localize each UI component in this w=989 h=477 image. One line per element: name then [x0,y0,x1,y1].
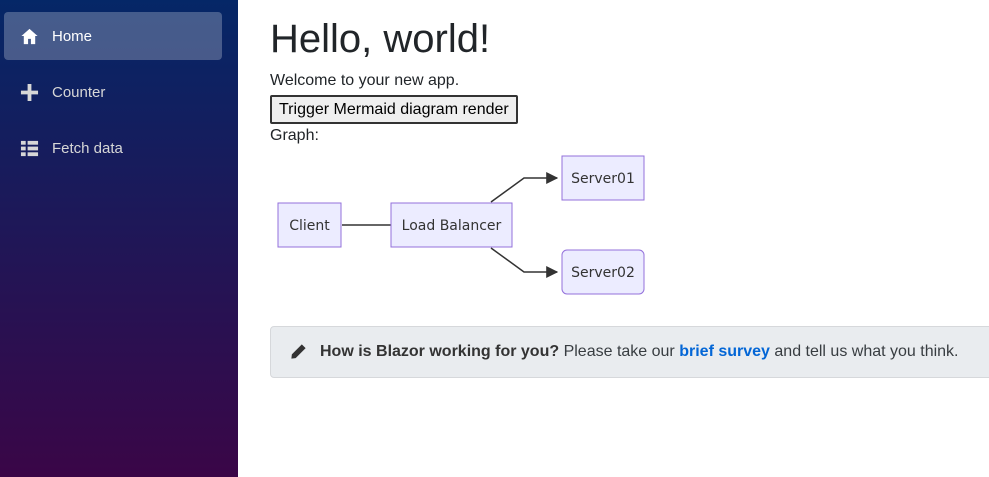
node-load-balancer-label: Load Balancer [402,218,502,234]
edge-lb-server01 [490,172,559,203]
survey-link[interactable]: brief survey [679,343,770,360]
node-client: Client [277,202,342,248]
node-server01-label: Server01 [571,171,635,187]
sidebar-item-label: Fetch data [52,139,123,157]
sidebar-item-fetch-data[interactable]: Fetch data [4,124,222,172]
trigger-mermaid-button[interactable]: Trigger Mermaid diagram render [270,95,518,124]
sidebar: Home Counter Fetch data [0,0,238,477]
survey-banner: How is Blazor working for you? Please ta… [270,326,989,378]
main-content: Hello, world! Welcome to your new app. T… [238,0,989,477]
survey-text-before: Please take our [563,343,675,360]
welcome-text: Welcome to your new app. [270,72,460,89]
survey-question: How is Blazor working for you? [320,343,560,360]
node-server02-label: Server02 [571,265,635,281]
sidebar-item-label: Counter [52,83,106,101]
pencil-icon [289,342,309,362]
page-title: Hello, world! [270,17,491,61]
survey-text-after: and tell us what you think. [774,343,959,360]
sidebar-item-home[interactable]: Home [4,12,222,60]
graph-label: Graph: [270,127,319,144]
sidebar-item-label: Home [52,27,93,45]
list-icon [19,138,39,158]
sidebar-item-counter[interactable]: Counter [4,68,222,116]
node-server01: Server01 [561,155,645,201]
node-load-balancer: Load Balancer [390,202,513,248]
mermaid-diagram: Client Load Balancer Server01 Server02 [277,155,645,295]
node-server02: Server02 [561,249,645,295]
plus-icon [19,82,39,102]
home-icon [19,26,39,46]
node-client-label: Client [289,218,330,234]
edge-lb-server02 [490,247,559,278]
